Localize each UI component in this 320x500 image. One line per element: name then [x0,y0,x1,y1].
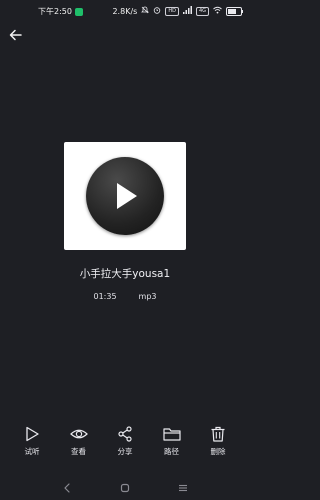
action-bar: 试听 查看 分享 路径 删除 [10,426,240,457]
delete-button[interactable]: 删除 [196,426,240,457]
battery-icon [226,6,243,16]
share-icon [118,426,132,442]
path-label: 路径 [164,447,179,456]
back-button[interactable] [7,27,23,43]
media-format: mp3 [138,292,157,301]
network-speed: 2.8K/s [112,6,138,16]
folder-icon [162,428,181,441]
hd-badge: HD [165,6,179,16]
mute-icon [141,6,150,16]
media-duration: 01:35 [93,292,117,301]
preview-button[interactable]: 试听 [10,426,54,457]
path-button[interactable]: 路径 [150,426,194,457]
back-arrow-icon [9,29,22,41]
signal-icon [182,6,192,16]
view-label: 查看 [71,447,86,456]
play-outline-icon [26,426,39,442]
nav-menu-button[interactable] [176,481,190,495]
media-meta: 01:35 mp3 [0,292,250,301]
app-notification-icon [74,7,83,16]
status-right: 2.8K/s HD 4G [112,6,243,16]
status-left: 下午2:50 [38,6,83,17]
status-time: 下午2:50 [38,7,72,16]
nav-home-button[interactable] [118,481,132,495]
eye-icon [69,429,88,439]
share-label: 分享 [117,447,133,456]
status-bar: 下午2:50 2.8K/s HD 4G [0,0,250,22]
nav-menu-icon [179,484,187,492]
media-title: 小手拉大手yousa1 [79,268,171,280]
view-button[interactable]: 查看 [57,426,101,457]
media-cover[interactable] [64,142,186,250]
nav-back-button[interactable] [60,481,74,495]
play-icon [86,157,164,235]
delete-label: 删除 [210,447,226,456]
system-nav-bar [0,476,250,500]
screen: 下午2:50 2.8K/s HD 4G 小手拉大手yousa1 01:35 mp… [0,0,250,500]
nav-home-icon [120,483,130,493]
trash-icon [211,426,225,442]
preview-label: 试听 [24,447,40,456]
share-button[interactable]: 分享 [103,426,147,457]
nav-back-icon [64,483,70,493]
wifi-icon [213,6,222,16]
4g-badge: 4G [195,6,209,16]
alarm-icon [153,6,161,16]
